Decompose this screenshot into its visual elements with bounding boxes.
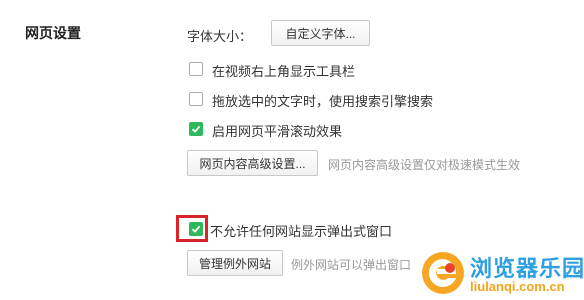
watermark-e-logo-icon	[422, 252, 464, 294]
drag-search-checkbox[interactable]	[189, 92, 203, 106]
custom-font-button[interactable]: 自定义字体...	[271, 20, 370, 46]
watermark-name-en: liulanqi.com.cn	[470, 279, 565, 294]
advanced-content-settings-button[interactable]: 网页内容高级设置...	[187, 150, 318, 176]
advanced-settings-hint: 网页内容高级设置仅对极速模式生效	[328, 158, 521, 172]
smooth-scroll-checkbox[interactable]	[189, 122, 203, 136]
section-title: 网页设置	[25, 25, 81, 41]
manage-exceptions-button[interactable]: 管理例外网站	[187, 250, 283, 276]
exceptions-hint: 例外网站可以弹出窗口	[291, 258, 412, 272]
font-size-label: 字体大小：	[187, 29, 253, 44]
watermark-logo: 浏览器乐园 liulanqi.com.cn	[420, 248, 584, 300]
drag-search-label: 拖放选中的文字时，使用搜索引擎搜索	[212, 94, 434, 109]
highlight-box	[176, 215, 208, 242]
toolbar-on-video-checkbox[interactable]	[189, 62, 203, 76]
block-popups-label: 不允许任何网站显示弹出式窗口	[210, 224, 393, 239]
toolbar-on-video-label: 在视频右上角显示工具栏	[212, 64, 356, 79]
checkmark-icon	[191, 125, 201, 133]
smooth-scroll-label: 启用网页平滑滚动效果	[212, 124, 343, 139]
